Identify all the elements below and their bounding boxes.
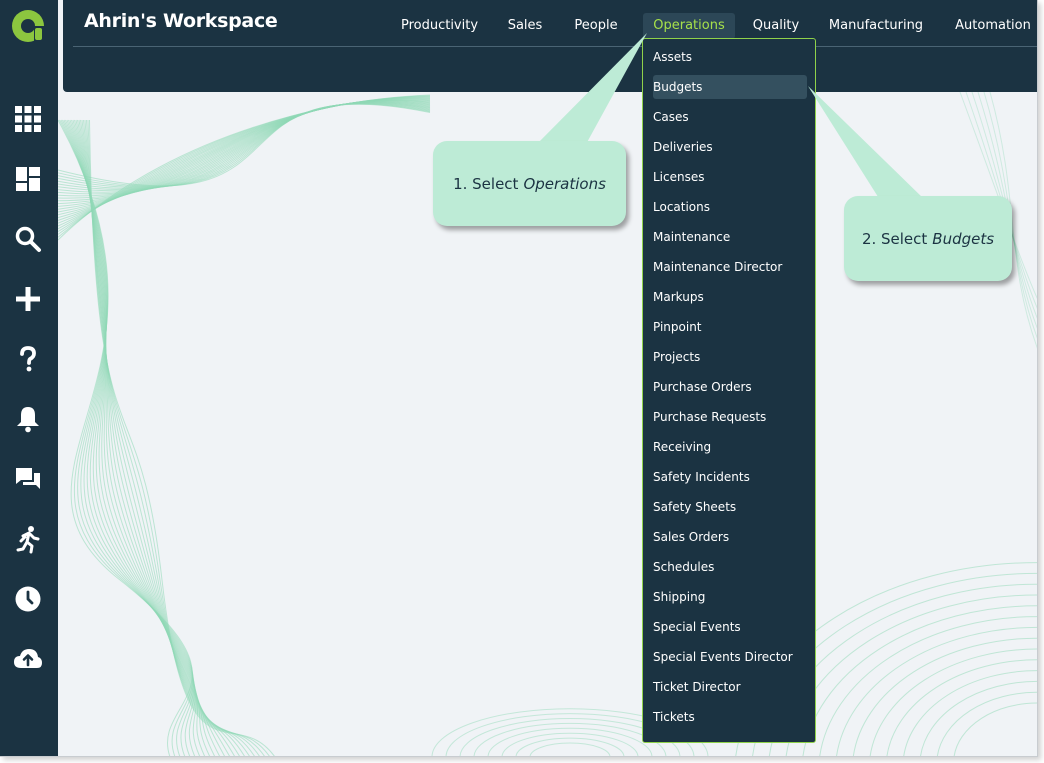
clock-icon[interactable] bbox=[13, 584, 43, 614]
menu-item-ticket-director[interactable]: Ticket Director bbox=[653, 675, 807, 699]
menu-item-schedules[interactable]: Schedules bbox=[653, 555, 807, 579]
menu-item-safety-sheets[interactable]: Safety Sheets bbox=[653, 495, 807, 519]
callout-step-2-prefix: 2. Select bbox=[861, 229, 928, 248]
menu-item-sales-orders[interactable]: Sales Orders bbox=[653, 525, 807, 549]
nav-item-productivity[interactable]: Productivity bbox=[391, 13, 488, 39]
header-divider bbox=[73, 46, 1037, 47]
menu-item-budgets[interactable]: Budgets bbox=[653, 75, 807, 99]
menu-item-markups[interactable]: Markups bbox=[653, 285, 807, 309]
menu-item-special-events-director[interactable]: Special Events Director bbox=[653, 645, 807, 669]
help-icon[interactable] bbox=[13, 344, 43, 374]
nav-item-people[interactable]: People bbox=[571, 13, 621, 39]
nav-item-operations[interactable]: Operations bbox=[643, 13, 735, 39]
cloud-upload-icon[interactable] bbox=[13, 644, 43, 674]
menu-item-purchase-requests[interactable]: Purchase Requests bbox=[653, 405, 807, 429]
nav-item-manufacturing[interactable]: Manufacturing bbox=[826, 13, 926, 39]
callout-step-1-target: Operations bbox=[523, 174, 606, 193]
apps-grid-icon[interactable] bbox=[13, 104, 43, 134]
menu-item-projects[interactable]: Projects bbox=[653, 345, 807, 369]
menu-item-maintenance[interactable]: Maintenance bbox=[653, 225, 807, 249]
top-header: Ahrin's Workspace Productivity Sales Peo… bbox=[63, 0, 1037, 92]
menu-item-tickets[interactable]: Tickets bbox=[653, 705, 807, 729]
background-wave-pattern bbox=[57, 91, 1037, 756]
menu-item-purchase-orders[interactable]: Purchase Orders bbox=[653, 375, 807, 399]
nav-item-sales[interactable]: Sales bbox=[503, 13, 547, 39]
chat-icon[interactable] bbox=[13, 464, 43, 494]
menu-item-cases[interactable]: Cases bbox=[653, 105, 807, 129]
menu-item-assets[interactable]: Assets bbox=[653, 45, 807, 69]
callout-step-1: 1. Select Operations bbox=[433, 141, 626, 226]
menu-item-special-events[interactable]: Special Events bbox=[653, 615, 807, 639]
menu-item-shipping[interactable]: Shipping bbox=[653, 585, 807, 609]
add-icon[interactable] bbox=[13, 284, 43, 314]
menu-item-locations[interactable]: Locations bbox=[653, 195, 807, 219]
operations-dropdown-menu: Assets Budgets Cases Deliveries Licenses… bbox=[642, 38, 816, 743]
menu-item-deliveries[interactable]: Deliveries bbox=[653, 135, 807, 159]
menu-item-receiving[interactable]: Receiving bbox=[653, 435, 807, 459]
activity-run-icon[interactable] bbox=[13, 524, 43, 554]
menu-item-licenses[interactable]: Licenses bbox=[653, 165, 807, 189]
search-icon[interactable] bbox=[13, 224, 43, 254]
callout-step-2: 2. Select Budgets bbox=[844, 196, 1012, 281]
left-rail bbox=[0, 0, 58, 756]
callout-step-1-prefix: 1. Select bbox=[453, 174, 519, 193]
dashboard-icon[interactable] bbox=[13, 164, 43, 194]
nav-item-quality[interactable]: Quality bbox=[748, 13, 804, 39]
callout-step-2-target: Budgets bbox=[932, 229, 995, 248]
bell-icon[interactable] bbox=[13, 404, 43, 434]
app-logo-icon[interactable] bbox=[10, 8, 46, 44]
nav-item-automation[interactable]: Automation bbox=[949, 13, 1037, 39]
menu-item-pinpoint[interactable]: Pinpoint bbox=[653, 315, 807, 339]
workspace-title: Ahrin's Workspace bbox=[84, 10, 278, 32]
menu-item-maintenance-director[interactable]: Maintenance Director bbox=[653, 255, 807, 279]
menu-item-safety-incidents[interactable]: Safety Incidents bbox=[653, 465, 807, 489]
app-window: Ahrin's Workspace Productivity Sales Peo… bbox=[0, 0, 1038, 757]
